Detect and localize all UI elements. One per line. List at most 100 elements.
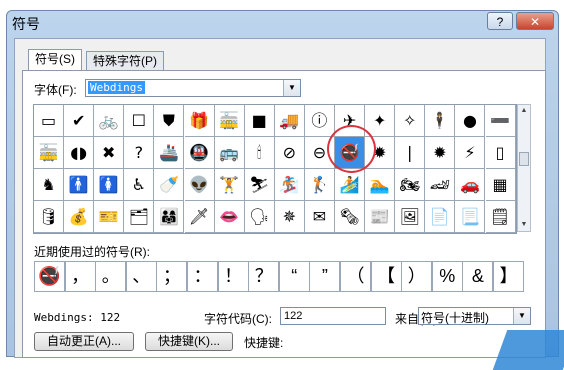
symbol-cell[interactable]: ➖	[485, 105, 516, 137]
symbol-cell[interactable]: 🗣	[244, 201, 275, 233]
symbol-cell[interactable]: 🏂	[274, 169, 305, 201]
font-label: 字体(F):	[34, 83, 77, 97]
symbol-cell[interactable]: ♿	[124, 169, 155, 201]
character-description: Webdings: 122	[34, 311, 121, 324]
highlight-circle-annotation	[327, 125, 376, 173]
recent-symbol-cell[interactable]: 🚭	[34, 261, 65, 292]
recent-symbol-cell[interactable]: ，	[64, 261, 96, 292]
symbol-cell[interactable]: 🚚	[274, 105, 305, 137]
symbol-cell[interactable]: 🚌	[214, 137, 245, 169]
recent-symbol-cell[interactable]: 、	[125, 261, 157, 292]
symbol-cell[interactable]: 🍼	[154, 169, 185, 201]
symbol-cell[interactable]: 🗞	[335, 201, 366, 233]
symbol-cell[interactable]: 🎁	[184, 105, 215, 137]
chevron-down-icon[interactable]: ▼	[283, 80, 300, 96]
symbol-cell[interactable]: ◖◗	[64, 137, 95, 169]
symbol-cell[interactable]: ?	[124, 137, 155, 169]
symbol-cell[interactable]: 🚋	[214, 105, 245, 137]
recent-symbol-cell[interactable]: ！	[217, 261, 249, 292]
symbol-cell[interactable]: ☐	[124, 105, 155, 137]
symbol-grid[interactable]: ▭ ✔ 🚲 ☐ ⛊ 🎁 🚋 ■ 🚚 ⓘ ✈ ✦ ✧ 🕴 ● ➖ 🚋 ◖◗ ✖? 🚢 🚇 🚌 🕯 ⊘ ⊖ 🚭 ✹ ❘ ✹ ⚡ ▯ ♞ 🚹 🚺 ♿ 🍼 👽 🏋…	[33, 104, 517, 234]
symbol-cell[interactable]: 🏄	[335, 169, 366, 201]
symbol-cell[interactable]: ▦	[485, 169, 516, 201]
recent-symbol-cell[interactable]: &	[462, 261, 494, 292]
close-button[interactable]: ✕	[516, 12, 554, 30]
symbol-cell[interactable]: 📃	[455, 201, 486, 233]
symbol-cell[interactable]: ⚡	[455, 137, 486, 169]
recent-symbol-cell[interactable]: ：	[187, 261, 218, 292]
symbol-cell[interactable]: 🛢	[34, 201, 65, 233]
recent-symbols-label: 近期使用过的符号(R):	[34, 245, 150, 259]
symbol-cell[interactable]: ✔	[64, 105, 95, 137]
character-code-label: 字符代码(C):	[204, 312, 272, 326]
symbol-cell[interactable]: ✖	[94, 137, 125, 169]
symbol-cell[interactable]: 🏎	[425, 169, 456, 201]
chevron-down-icon[interactable]: ▼	[513, 308, 530, 324]
symbol-cell[interactable]: 👽	[184, 169, 215, 201]
tab-special-characters[interactable]: 特殊字符(P)	[86, 51, 164, 71]
shortcut-key-label: 快捷键:	[244, 336, 284, 350]
symbol-cell[interactable]: 🎫	[94, 201, 125, 233]
scroll-down-icon[interactable]: ▼	[518, 219, 530, 231]
symbol-cell[interactable]: 🏋	[214, 169, 245, 201]
recent-symbol-cell[interactable]: ”	[309, 261, 341, 292]
symbol-cell[interactable]: ▭	[34, 105, 65, 137]
symbol-cell[interactable]: 💰	[64, 201, 95, 233]
symbol-cell[interactable]: 📰	[365, 201, 396, 233]
character-code-input[interactable]: 122	[280, 307, 386, 325]
recent-symbol-cell[interactable]: ；	[156, 261, 188, 292]
autocorrect-button[interactable]: 自动更正(A)...	[34, 332, 134, 351]
symbol-cell[interactable]: ⛷	[244, 169, 275, 201]
font-select-value: Webdings	[88, 81, 145, 94]
recent-symbol-cell[interactable]: %	[431, 261, 463, 292]
symbol-cell[interactable]: 🚇	[184, 137, 215, 169]
symbol-cell[interactable]: 🗂	[124, 201, 155, 233]
symbol-cell[interactable]: 🚗	[455, 169, 486, 201]
symbol-cell[interactable]: 🚋	[34, 137, 65, 169]
symbol-cell[interactable]: 🏌	[304, 169, 335, 201]
symbol-cell[interactable]: ⊘	[274, 137, 305, 169]
symbol-cell[interactable]: ⛊	[154, 105, 185, 137]
recent-symbol-cell[interactable]: ）	[401, 261, 433, 292]
symbol-cell[interactable]: 📄	[425, 201, 456, 233]
symbol-cell[interactable]: 🚺	[94, 169, 125, 201]
symbol-cell[interactable]: ♞	[34, 169, 65, 201]
font-select[interactable]: Webdings ▼	[85, 79, 301, 97]
symbol-cell[interactable]: 🚲	[94, 105, 125, 137]
symbol-cell[interactable]: 🗒	[485, 201, 516, 233]
from-select[interactable]: 符号(十进制) ▼	[418, 307, 531, 325]
symbol-cell[interactable]: ■	[244, 105, 275, 137]
symbol-cell[interactable]: 🕴	[425, 105, 456, 137]
symbol-cell[interactable]: ✹	[425, 137, 456, 169]
symbol-cell[interactable]: 👨‍👩‍👧	[154, 201, 185, 233]
recent-symbol-cell[interactable]: （	[340, 261, 371, 292]
dialog-title: 符号	[12, 16, 40, 32]
symbol-cell[interactable]: 🗡	[184, 201, 215, 233]
symbol-cell[interactable]: ▯	[485, 137, 516, 169]
shortcut-key-button[interactable]: 快捷键(K)...	[145, 332, 233, 351]
scroll-thumb[interactable]	[519, 152, 529, 166]
from-select-value: 符号(十进制)	[421, 311, 489, 325]
symbol-cell[interactable]: 🕯	[244, 137, 275, 169]
symbol-cell[interactable]: ✵	[274, 201, 305, 233]
symbol-cell[interactable]: 🖼	[395, 201, 426, 233]
symbol-cell[interactable]: ✧	[395, 105, 426, 137]
symbol-cell[interactable]: 🚢	[154, 137, 185, 169]
symbol-grid-scrollbar[interactable]: ▲ ▼	[517, 104, 531, 232]
scroll-up-icon[interactable]: ▲	[518, 105, 530, 117]
symbol-cell[interactable]: ❘	[395, 137, 426, 169]
recent-symbol-cell[interactable]: 【	[370, 261, 402, 292]
recent-symbol-cell[interactable]: ？	[248, 261, 280, 292]
symbol-cell[interactable]: ●	[455, 105, 486, 137]
recent-symbol-cell[interactable]: 】	[493, 261, 524, 292]
symbol-cell[interactable]: ⓘ	[304, 105, 335, 137]
symbol-cell[interactable]: ✉	[304, 201, 335, 233]
symbol-cell[interactable]: 🚹	[64, 169, 95, 201]
symbol-cell[interactable]: 👄	[214, 201, 245, 233]
help-button[interactable]: ?	[487, 12, 513, 30]
symbol-cell[interactable]: 🏊	[365, 169, 396, 201]
tab-symbols[interactable]: 符号(S)	[28, 49, 82, 72]
recent-symbol-cell[interactable]: “	[278, 261, 310, 292]
symbol-cell[interactable]: 🏍	[395, 169, 426, 201]
recent-symbol-cell[interactable]: 。	[95, 261, 127, 292]
